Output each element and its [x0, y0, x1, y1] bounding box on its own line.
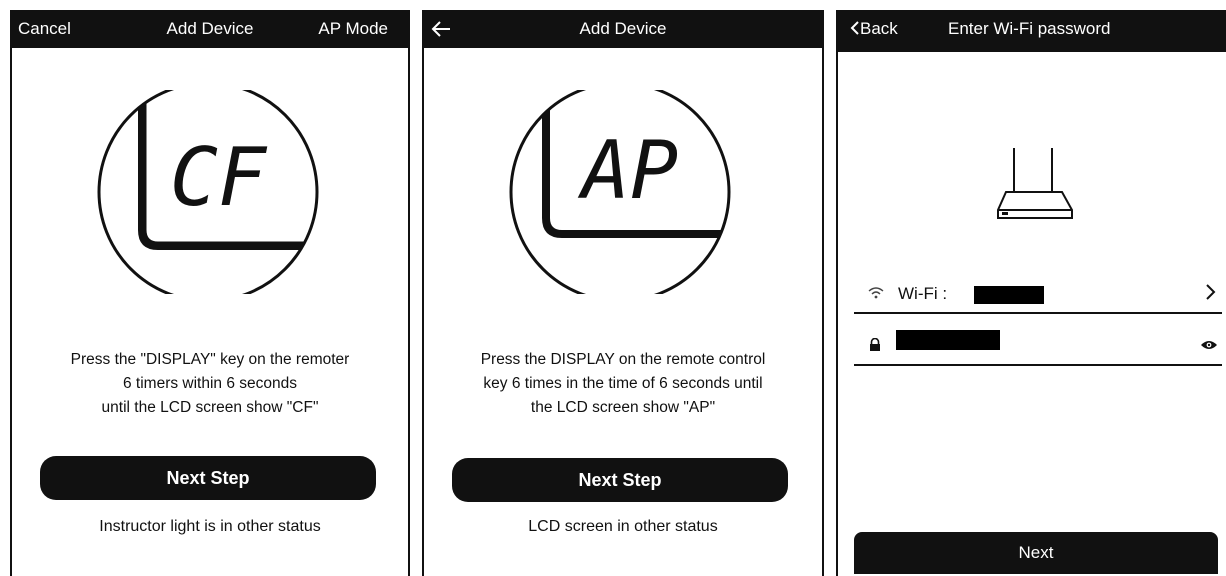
password-field[interactable]	[854, 326, 1222, 366]
top-bar: Add Device	[424, 10, 822, 48]
other-status-link[interactable]: Instructor light is in other status	[12, 518, 408, 536]
other-status-link[interactable]: LCD screen in other status	[424, 518, 822, 536]
back-button[interactable]: Back	[850, 19, 898, 39]
password-redacted	[896, 330, 1000, 350]
next-step-button[interactable]: Next Step	[40, 456, 376, 500]
chevron-left-icon	[850, 21, 859, 35]
instruction-text: Press the "DISPLAY" key on the remoter 6…	[70, 351, 350, 416]
screen-cf-mode: Cancel Add Device AP Mode CF Press the "…	[10, 10, 410, 576]
back-label: Back	[860, 19, 898, 38]
wifi-label: Wi-Fi :	[898, 284, 948, 303]
lcd-text: AP	[577, 124, 678, 217]
next-step-button[interactable]: Next Step	[452, 458, 788, 502]
eye-icon[interactable]	[1200, 338, 1218, 356]
next-button[interactable]: Next	[854, 532, 1218, 574]
lcd-text: CF	[170, 131, 268, 224]
wifi-ssid-redacted	[974, 286, 1044, 304]
lcd-display-illustration: CF	[97, 90, 319, 294]
lcd-display-illustration: AP	[509, 90, 731, 294]
top-bar: Back Enter Wi-Fi password	[838, 10, 1226, 52]
divider	[854, 364, 1222, 366]
wifi-icon	[868, 287, 884, 299]
page-title: Add Device	[579, 19, 667, 38]
page-title: Enter Wi-Fi password	[948, 19, 1111, 38]
ap-mode-button[interactable]: AP Mode	[318, 19, 388, 39]
divider	[854, 312, 1222, 314]
router-icon	[997, 148, 1073, 219]
screen-wifi-password: Back Enter Wi-Fi password Wi-Fi : Next	[836, 10, 1226, 576]
wifi-selector[interactable]: Wi-Fi :	[854, 274, 1222, 314]
instruction-text: Press the DISPLAY on the remote control …	[480, 351, 766, 416]
top-bar: Cancel Add Device AP Mode	[12, 10, 408, 48]
lock-icon	[870, 338, 880, 351]
screen-ap-mode: Add Device AP Press the DISPLAY on the r…	[422, 10, 824, 576]
chevron-right-icon	[1204, 283, 1216, 307]
